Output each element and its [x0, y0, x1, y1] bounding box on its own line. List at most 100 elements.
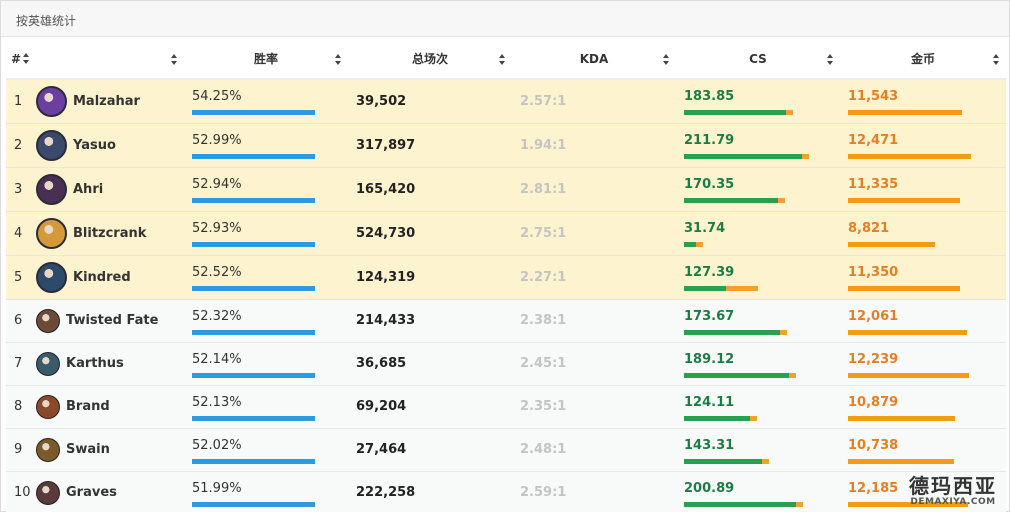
cs-bar: [684, 372, 840, 378]
brand-avatar-icon[interactable]: [36, 394, 60, 419]
winrate-bar: [192, 329, 348, 335]
table-row[interactable]: 9 Swain 52.02% 27,464 2.48:1 143.31 10,7…: [6, 428, 1006, 472]
winrate-value: 52.32%: [192, 308, 242, 324]
kda-cell: 2.57:1: [512, 79, 676, 124]
cs-cell: 124.11: [676, 385, 840, 429]
winrate-cell: 52.32%: [184, 299, 348, 343]
hero-name[interactable]: Malzahar: [73, 94, 140, 109]
sort-icon: [171, 54, 178, 65]
cs-bar: [684, 110, 840, 116]
graves-avatar-icon[interactable]: [36, 480, 60, 505]
winrate-bar: [192, 242, 348, 247]
rank-cell: 4: [6, 211, 34, 256]
col-header-hero[interactable]: [34, 39, 184, 80]
rank-cell: 5: [6, 255, 34, 300]
winrate-bar: [192, 415, 348, 421]
cs-cell: 200.89: [676, 471, 840, 512]
cs-value: 173.67: [684, 308, 735, 324]
hero-cell[interactable]: Twisted Fate: [34, 299, 184, 343]
hero-cell[interactable]: Swain: [34, 428, 184, 472]
col-header-gold[interactable]: 金币: [840, 39, 1006, 80]
winrate-cell: 52.99%: [184, 123, 348, 168]
sort-icon: [827, 54, 834, 65]
table-row[interactable]: 1 Malzahar 54.25% 39,502 2.57:1 183.85 1…: [6, 79, 1006, 124]
hero-name[interactable]: Brand: [66, 399, 110, 414]
gold-value: 8,821: [848, 221, 890, 236]
winrate-value: 52.52%: [192, 265, 242, 280]
col-header-winrate[interactable]: 胜率: [184, 39, 348, 80]
col-header-games[interactable]: 总场次: [348, 39, 512, 80]
gold-value: 12,239: [848, 351, 899, 367]
table-row[interactable]: 2 Yasuo 52.99% 317,897 1.94:1 211.79 12,…: [6, 123, 1006, 168]
hero-name[interactable]: Kindred: [73, 270, 131, 285]
table-row[interactable]: 6 Twisted Fate 52.32% 214,433 2.38:1 173…: [6, 299, 1006, 343]
col-header-rank[interactable]: #: [6, 39, 34, 80]
games-cell: 124,319: [348, 255, 512, 300]
sort-icon: [23, 52, 30, 64]
hero-cell[interactable]: Yasuo: [34, 123, 184, 168]
hero-name[interactable]: Twisted Fate: [66, 313, 158, 328]
gold-cell: 12,471: [840, 123, 1006, 168]
table-row[interactable]: 3 Ahri 52.94% 165,420 2.81:1 170.35 11,3…: [6, 167, 1006, 212]
hero-name[interactable]: Graves: [66, 485, 117, 500]
hero-cell[interactable]: Blitzcrank: [34, 211, 184, 256]
blitzcrank-avatar-icon[interactable]: [36, 217, 67, 249]
table-row[interactable]: 7 Karthus 52.14% 36,685 2.45:1 189.12 12…: [6, 342, 1006, 386]
cs-bar: [684, 286, 840, 291]
gold-value: 10,738: [848, 437, 899, 453]
gold-cell: 8,821: [840, 211, 1006, 256]
winrate-bar: [192, 110, 348, 116]
gold-value: 11,543: [848, 89, 899, 105]
cs-value: 200.89: [684, 480, 735, 496]
col-header-kda[interactable]: KDA: [512, 39, 676, 80]
swain-avatar-icon[interactable]: [36, 437, 60, 462]
table-row[interactable]: 10 Graves 51.99% 222,258 2.59:1 200.89 1…: [6, 471, 1006, 512]
sort-icon: [993, 54, 1000, 65]
cs-bar: [684, 415, 840, 421]
cs-value: 211.79: [684, 133, 735, 148]
gold-cell: 12,061: [840, 299, 1006, 343]
hero-name[interactable]: Blitzcrank: [73, 226, 146, 241]
karthus-avatar-icon[interactable]: [36, 351, 60, 376]
cs-cell: 173.67: [676, 299, 840, 343]
table-row[interactable]: 8 Brand 52.13% 69,204 2.35:1 124.11 10,8…: [6, 385, 1006, 429]
kindred-avatar-icon[interactable]: [36, 261, 67, 293]
games-cell: 222,258: [348, 471, 512, 512]
hero-cell[interactable]: Ahri: [34, 167, 184, 212]
gold-bar: [848, 415, 1006, 421]
sort-icon: [499, 54, 506, 65]
malzahar-avatar-icon[interactable]: [36, 85, 67, 117]
winrate-value: 52.94%: [192, 177, 242, 192]
cs-cell: 170.35: [676, 167, 840, 212]
hero-cell[interactable]: Karthus: [34, 342, 184, 386]
table-row[interactable]: 5 Kindred 52.52% 124,319 2.27:1 127.39 1…: [6, 255, 1006, 300]
gold-bar: [848, 458, 1006, 464]
hero-cell[interactable]: Malzahar: [34, 79, 184, 124]
cs-cell: 211.79: [676, 123, 840, 168]
hero-name[interactable]: Karthus: [66, 356, 124, 371]
gold-cell: 10,738: [840, 428, 1006, 472]
winrate-bar: [192, 198, 348, 203]
kda-cell: 2.59:1: [512, 471, 676, 512]
hero-name[interactable]: Ahri: [73, 182, 103, 197]
hero-cell[interactable]: Graves: [34, 471, 184, 512]
hero-name[interactable]: Swain: [66, 442, 110, 457]
games-cell: 524,730: [348, 211, 512, 256]
ahri-avatar-icon[interactable]: [36, 173, 67, 205]
rank-cell: 1: [6, 79, 34, 124]
winrate-bar: [192, 372, 348, 378]
hero-name[interactable]: Yasuo: [73, 138, 116, 153]
col-header-cs[interactable]: CS: [676, 39, 840, 80]
cs-bar: [684, 329, 840, 335]
hero-cell[interactable]: Kindred: [34, 255, 184, 300]
table-row[interactable]: 4 Blitzcrank 52.93% 524,730 2.75:1 31.74…: [6, 211, 1006, 256]
hero-cell[interactable]: Brand: [34, 385, 184, 429]
yasuo-avatar-icon[interactable]: [36, 129, 67, 161]
hero-stats-panel: 按英雄统计 # 胜率 总场次 KDA CS 金币 1 Malzahar 54.2…: [0, 0, 1010, 512]
gold-cell: 12,239: [840, 342, 1006, 386]
cs-bar: [684, 242, 840, 247]
cs-cell: 127.39: [676, 255, 840, 300]
winrate-cell: 51.99%: [184, 471, 348, 512]
twisted-fate-avatar-icon[interactable]: [36, 308, 60, 333]
games-cell: 69,204: [348, 385, 512, 429]
